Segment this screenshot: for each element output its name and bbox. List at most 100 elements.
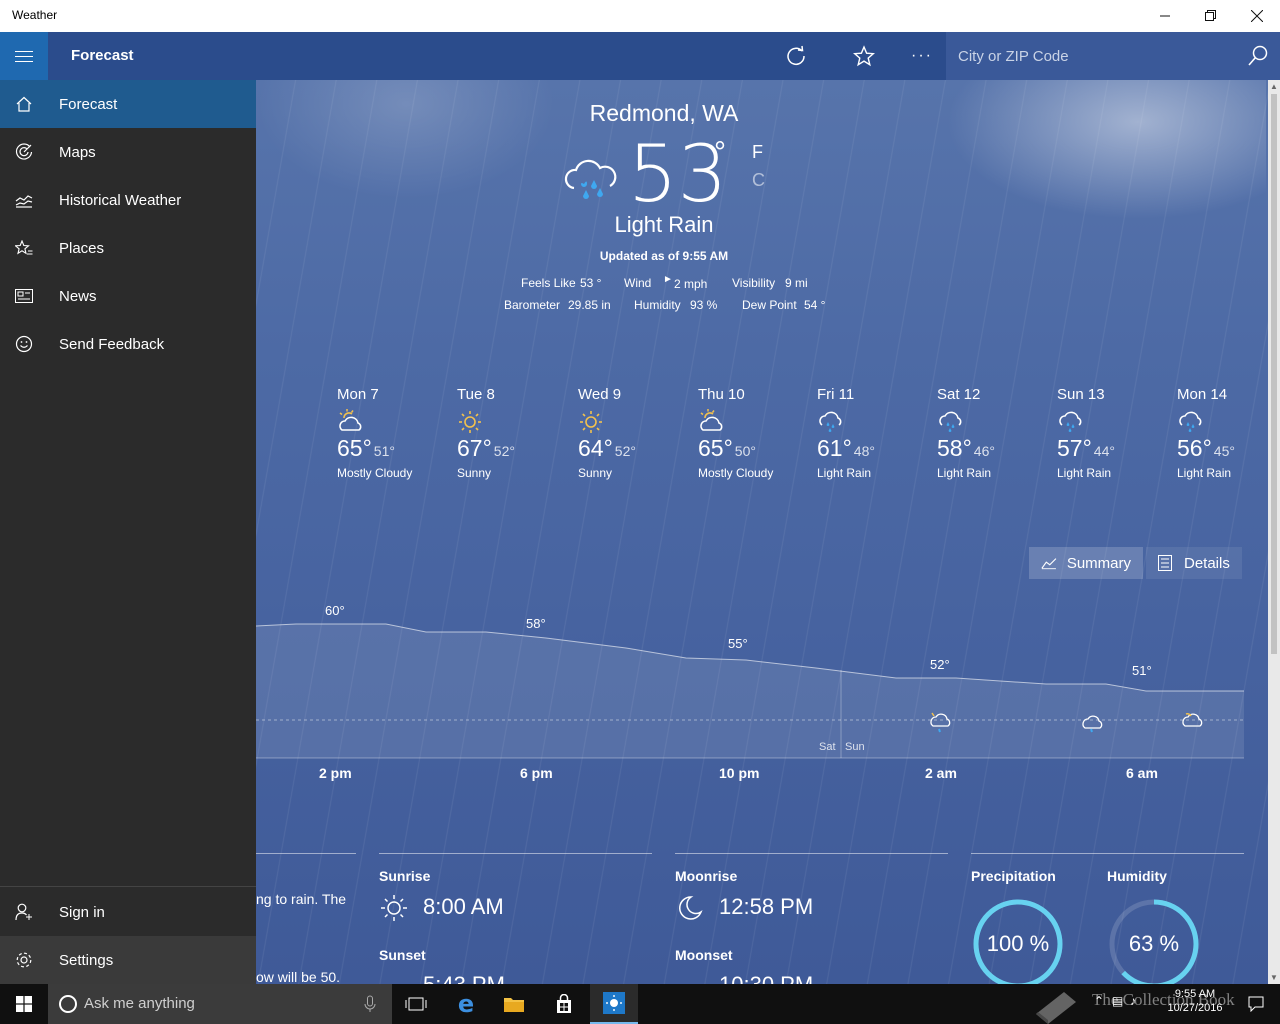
humidity-label: Humidity	[1107, 868, 1167, 884]
chevron-up-icon[interactable]: ⌃	[1094, 994, 1104, 1008]
summary-button[interactable]: Summary	[1029, 547, 1143, 579]
low-temp: 44°	[1093, 443, 1115, 459]
visibility-label: Visibility	[732, 276, 776, 290]
sidebar-item-news[interactable]: News	[0, 272, 256, 320]
sunset-label: Sunset	[379, 947, 426, 963]
daily-forecast-item[interactable]: Wed 9 64° 52° Sunny	[578, 386, 688, 480]
sidebar-item-places[interactable]: Places	[0, 224, 256, 272]
temp-label: 51°	[1132, 663, 1152, 678]
partly-cloudy-icon	[700, 409, 723, 431]
daily-forecast-item[interactable]: 50°unny	[256, 386, 276, 463]
minimize-button[interactable]	[1142, 0, 1188, 32]
degree-symbol: °	[714, 136, 726, 169]
system-tray: ⌃ ▤ ♪	[1090, 994, 1150, 1014]
day-icon	[937, 409, 1047, 435]
vertical-scrollbar[interactable]: ▲ ▼	[1268, 80, 1280, 984]
cloud-background	[256, 80, 556, 200]
settings-button[interactable]: Settings	[0, 936, 256, 984]
refresh-icon	[787, 45, 805, 65]
daily-forecast-item[interactable]: Mon 7 65° 51° Mostly Cloudy	[337, 386, 447, 480]
document-list-icon	[1158, 555, 1172, 571]
low-temp: 48°	[853, 443, 875, 459]
sidebar-item-label: Sign in	[59, 903, 105, 921]
cortana-search-box[interactable]: Ask me anything	[48, 984, 392, 1024]
taskbar-clock[interactable]: 9:55 AM 10/27/2016	[1160, 988, 1230, 1014]
daily-forecast-item[interactable]: Mon 14 56° 45° Light Rain	[1177, 386, 1268, 480]
day-condition: Light Rain	[1057, 466, 1112, 480]
restore-button[interactable]	[1188, 0, 1234, 32]
sidebar-item-maps[interactable]: Maps	[0, 128, 256, 176]
high-temp: 65°	[698, 435, 733, 461]
daily-forecast-item[interactable]: Thu 10 65° 50° Mostly Cloudy	[698, 386, 808, 480]
high-temp: 57°	[1057, 435, 1092, 461]
day-condition: Light Rain	[937, 466, 992, 480]
smiley-icon	[0, 320, 48, 368]
high-temp: 65°	[337, 435, 372, 461]
wind-value: 2 mph	[674, 277, 708, 291]
cortana-icon	[59, 995, 77, 1013]
sidebar-item-historical-weather[interactable]: Historical Weather	[0, 176, 256, 224]
section-divider	[379, 853, 652, 854]
day-icon	[1057, 409, 1167, 435]
sidebar-item-send-feedback[interactable]: Send Feedback	[0, 320, 256, 368]
day-icon	[578, 409, 688, 435]
sunrise-time: 8:00 AM	[423, 894, 504, 919]
summary-text: ow will be 50.	[256, 969, 341, 984]
favorite-button[interactable]	[841, 32, 887, 80]
store-button[interactable]	[540, 984, 588, 1024]
hamburger-icon	[15, 55, 33, 57]
volume-icon[interactable]: ♪	[1130, 994, 1136, 1008]
weather-sun-icon	[603, 992, 625, 1014]
humidity-value: 93 %	[690, 298, 718, 312]
day-marker-sat: Sat	[819, 741, 836, 753]
temp-label: 55°	[728, 636, 748, 651]
close-button[interactable]	[1234, 0, 1280, 32]
daily-forecast-item[interactable]: Fri 11 61° 48° Light Rain	[817, 386, 927, 480]
daily-forecast-item[interactable]: Tue 8 67° 52° Sunny	[457, 386, 567, 480]
rain-cloud-icon	[939, 411, 962, 433]
more-options-button[interactable]: ···	[899, 32, 945, 80]
sidebar-item-label: Historical Weather	[59, 191, 182, 209]
task-view-button[interactable]	[392, 984, 440, 1024]
daily-forecast-item[interactable]: Sun 13 57° 44° Light Rain	[1057, 386, 1167, 480]
forecast-content: Redmond, WA 53 ° F C Light Rain Updated …	[256, 80, 1268, 984]
search-box[interactable]	[946, 32, 1280, 80]
scrollbar-thumb[interactable]	[1271, 94, 1277, 654]
rain-cloud-icon	[1059, 411, 1082, 433]
search-input[interactable]	[946, 32, 1236, 80]
hamburger-menu-button[interactable]	[0, 32, 48, 80]
book-icon	[1036, 992, 1076, 1024]
action-center-button[interactable]	[1232, 984, 1280, 1024]
day-details-section: ng to rain. The ow will be 50. Sunrise 8…	[256, 853, 1268, 984]
network-icon[interactable]: ▤	[1112, 994, 1123, 1008]
sidebar: Forecast Maps Historical Weather Places …	[0, 80, 256, 984]
sun-icon	[459, 411, 481, 433]
fahrenheit-toggle[interactable]: F	[752, 142, 763, 163]
microphone-icon[interactable]	[364, 995, 376, 1013]
clock-date: 10/27/2016	[1167, 1002, 1223, 1014]
details-button[interactable]: Details	[1146, 547, 1242, 579]
moonset-time: 10:30 PM	[719, 972, 813, 984]
weather-app-button[interactable]	[590, 984, 638, 1024]
day-condition: Mostly Cloudy	[698, 466, 774, 480]
day-icon	[337, 409, 447, 435]
celsius-toggle[interactable]: C	[752, 170, 765, 191]
file-explorer-button[interactable]	[490, 984, 538, 1024]
edge-browser-button[interactable]: e	[442, 984, 490, 1024]
refresh-button[interactable]	[773, 32, 819, 80]
sidebar-item-label: Settings	[59, 951, 114, 969]
folder-icon	[504, 998, 524, 1012]
radar-icon	[0, 128, 48, 176]
sunrise-icon	[381, 895, 407, 921]
task-view-icon	[405, 997, 427, 1011]
sidebar-item-forecast[interactable]: Forecast	[0, 80, 256, 128]
sign-in-button[interactable]: Sign in	[0, 888, 256, 936]
search-icon[interactable]	[1246, 44, 1270, 68]
daily-forecast-item[interactable]: Sat 12 58° 46° Light Rain	[937, 386, 1047, 480]
scroll-up-icon[interactable]: ▲	[1270, 82, 1278, 91]
day-condition: unny	[256, 449, 276, 463]
start-button[interactable]	[0, 984, 48, 1024]
updated-time: Updated as of 9:55 AM	[599, 249, 729, 263]
day-marker-sun: Sun	[845, 741, 865, 753]
scroll-down-icon[interactable]: ▼	[1270, 973, 1278, 982]
